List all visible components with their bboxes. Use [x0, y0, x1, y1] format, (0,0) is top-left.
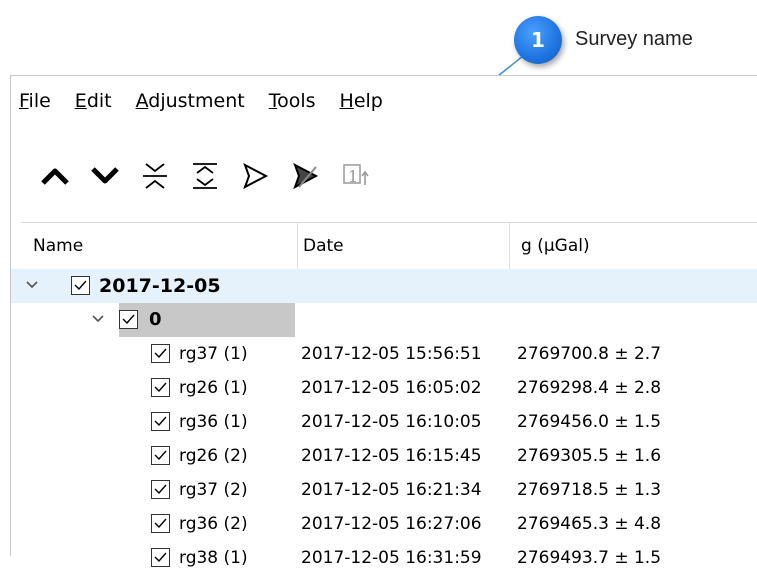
col-separator[interactable] — [297, 223, 298, 269]
station-name: rg38 (1) — [179, 548, 248, 568]
station-g: 2769456.0 ± 1.5 — [517, 412, 662, 432]
menu-help[interactable]: Help — [340, 90, 383, 112]
chevron-down-icon[interactable] — [83, 154, 127, 198]
station-checkbox[interactable] — [151, 548, 170, 567]
toolbar: 1 — [33, 151, 383, 201]
station-g: 2769700.8 ± 2.7 — [517, 344, 662, 364]
station-g: 2769298.4 ± 2.8 — [517, 378, 662, 398]
survey-checkbox[interactable] — [71, 276, 90, 295]
tree-row-loop[interactable]: 0 — [11, 303, 757, 337]
station-g: 2769718.5 ± 1.3 — [517, 480, 662, 500]
table-row[interactable]: rg36 (1) 2017-12-05 16:10:05 2769456.0 ±… — [11, 405, 757, 439]
table-header: Name Date g (µGal) — [21, 222, 757, 270]
station-name: rg37 (1) — [179, 344, 248, 364]
station-date: 2017-12-05 16:15:45 — [301, 446, 482, 466]
station-g: 2769465.3 ± 4.8 — [517, 514, 662, 534]
tree-row-survey[interactable]: 2017-12-05 — [11, 269, 757, 303]
app-window: File Edit Adjustment Tools Help 1 Name D… — [10, 75, 757, 568]
col-header-g[interactable]: g (µGal) — [521, 223, 590, 269]
station-name: rg26 (2) — [179, 446, 248, 466]
station-g: 2769493.7 ± 1.5 — [517, 548, 662, 568]
survey-name: 2017-12-05 — [99, 275, 221, 297]
station-checkbox[interactable] — [151, 480, 170, 499]
table-row[interactable]: rg38 (1) 2017-12-05 16:31:59 2769493.7 ±… — [11, 541, 757, 575]
loop-name: 0 — [149, 309, 162, 330]
collapse-all-icon[interactable] — [133, 154, 177, 198]
table-row[interactable]: rg37 (2) 2017-12-05 16:21:34 2769718.5 ±… — [11, 473, 757, 507]
menu-adjustment[interactable]: Adjustment — [136, 90, 245, 112]
loop-highlight — [119, 303, 295, 337]
chevron-down-icon[interactable] — [91, 312, 105, 326]
table-row[interactable]: rg26 (1) 2017-12-05 16:05:02 2769298.4 ±… — [11, 371, 757, 405]
station-date: 2017-12-05 16:21:34 — [301, 480, 482, 500]
menu-edit[interactable]: Edit — [75, 90, 112, 112]
table-row[interactable]: rg26 (2) 2017-12-05 16:15:45 2769305.5 ±… — [11, 439, 757, 473]
station-checkbox[interactable] — [151, 412, 170, 431]
station-date: 2017-12-05 16:31:59 — [301, 548, 482, 568]
menu-tools[interactable]: Tools — [269, 90, 316, 112]
station-checkbox[interactable] — [151, 344, 170, 363]
callout-badge: 1 — [514, 16, 562, 64]
station-date: 2017-12-05 16:05:02 — [301, 378, 482, 398]
triangle-filled-icon[interactable] — [283, 154, 327, 198]
chevron-up-icon[interactable] — [33, 154, 77, 198]
station-name: rg37 (2) — [179, 480, 248, 500]
col-separator[interactable] — [509, 223, 510, 269]
chevron-down-icon[interactable] — [25, 278, 39, 292]
col-header-date[interactable]: Date — [303, 223, 344, 269]
station-date: 2017-12-05 16:10:05 — [301, 412, 482, 432]
station-name: rg36 (1) — [179, 412, 248, 432]
menu-file[interactable]: File — [19, 90, 51, 112]
loop-checkbox[interactable] — [119, 310, 138, 329]
callout-label: Survey name — [575, 28, 693, 50]
station-checkbox[interactable] — [151, 446, 170, 465]
station-name: rg26 (1) — [179, 378, 248, 398]
col-header-name[interactable]: Name — [33, 223, 83, 269]
station-date: 2017-12-05 15:56:51 — [301, 344, 482, 364]
svg-text:1: 1 — [348, 167, 358, 186]
expand-all-icon[interactable] — [183, 154, 227, 198]
menu-bar: File Edit Adjustment Tools Help — [11, 76, 757, 126]
station-checkbox[interactable] — [151, 514, 170, 533]
table-row[interactable]: rg37 (1) 2017-12-05 15:56:51 2769700.8 ±… — [11, 337, 757, 371]
station-date: 2017-12-05 16:27:06 — [301, 514, 482, 534]
triangle-outline-icon[interactable] — [233, 154, 277, 198]
station-checkbox[interactable] — [151, 378, 170, 397]
station-name: rg36 (2) — [179, 514, 248, 534]
station-g: 2769305.5 ± 1.6 — [517, 446, 662, 466]
table-row[interactable]: rg36 (2) 2017-12-05 16:27:06 2769465.3 ±… — [11, 507, 757, 541]
step-one-icon[interactable]: 1 — [333, 154, 377, 198]
